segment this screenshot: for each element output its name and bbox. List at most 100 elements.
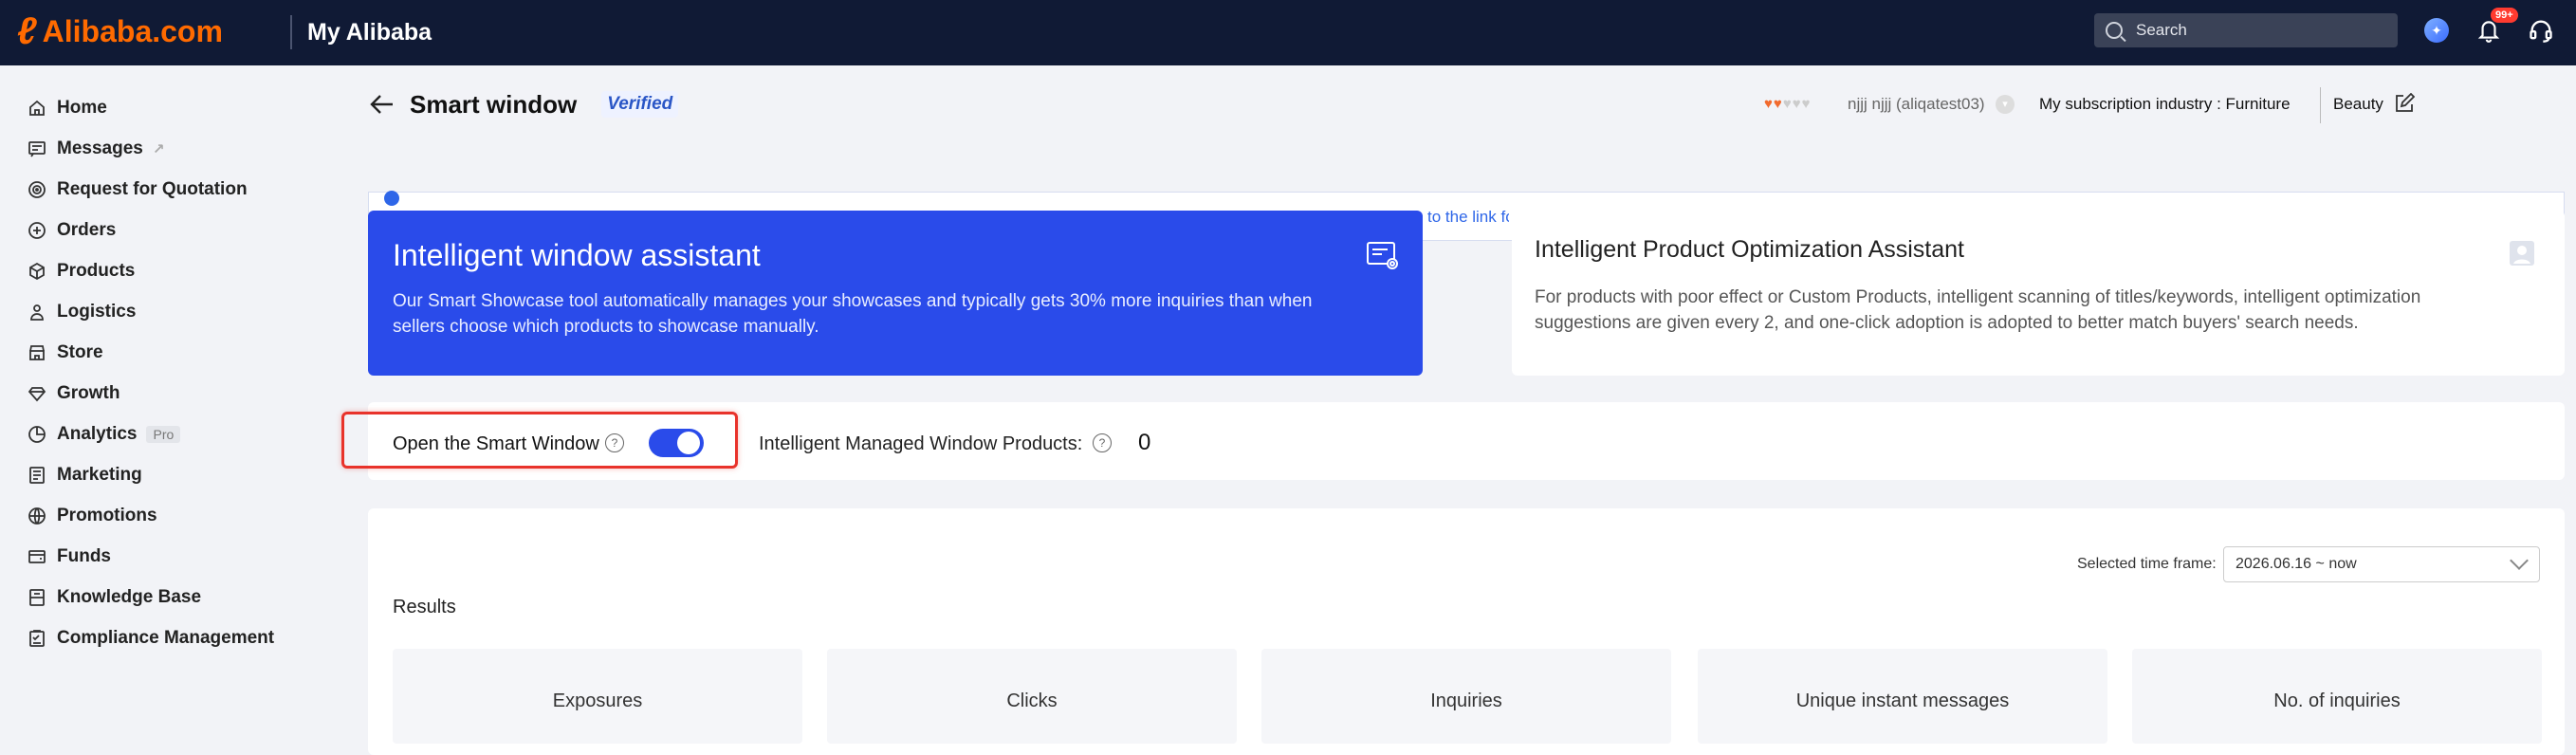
metric-card-no-of-inquiries: No. of inquiries [2132, 649, 2542, 744]
headset-icon[interactable] [2527, 17, 2555, 46]
subscription-industry: My subscription industry : Furniture [2039, 95, 2291, 113]
page-header: Smart window Verified [368, 85, 679, 123]
subscription-industry-secondary: Beauty [2333, 95, 2383, 113]
product-name[interactable]: My Alibaba [307, 15, 432, 49]
marketing-icon [27, 465, 47, 486]
sidebar-item-marketing[interactable]: Marketing [27, 461, 142, 489]
home-icon [27, 98, 47, 119]
sidebar-item-knowledge-base[interactable]: Knowledge Base [27, 583, 201, 612]
sidebar: Home Messages ↗ Request for Quotation Or… [0, 65, 292, 738]
sidebar-item-label: Request for Quotation [57, 179, 248, 199]
sidebar-item-analytics[interactable]: Analytics Pro [27, 420, 181, 449]
assistant-avatar-icon [2508, 239, 2536, 267]
search-icon [2106, 22, 2123, 39]
sidebar-item-label: Products [57, 261, 136, 281]
heart-icon: ♥ [1764, 96, 1773, 112]
sidebar-item-home[interactable]: Home [27, 94, 107, 122]
sidebar-item-logistics[interactable]: Logistics [27, 298, 136, 326]
search-input[interactable] [2134, 20, 2384, 41]
store-icon [27, 342, 47, 363]
heart-icon: ♥ [1801, 96, 1811, 112]
assistant-description: Our Smart Showcase tool automatically ma… [393, 291, 1313, 337]
user-dropdown-icon[interactable]: ▾ [1996, 95, 2015, 114]
managed-products-label: Intelligent Managed Window Products: [759, 433, 1083, 454]
globe-icon [27, 506, 47, 526]
metric-label: Clicks [1006, 691, 1058, 711]
heart-icon: ♥ [1782, 96, 1792, 112]
toggle-knob [677, 432, 700, 454]
truck-icon [27, 302, 47, 322]
diamond-icon [27, 383, 47, 404]
optimization-title: Intelligent Product Optimization Assista… [1535, 236, 1965, 263]
sidebar-item-growth[interactable]: Growth [27, 379, 120, 408]
help-icon[interactable]: ? [1093, 433, 1112, 452]
logo-text: Alibaba.com [42, 14, 223, 48]
sidebar-item-products[interactable]: Products [27, 257, 135, 285]
sidebar-item-label: Store [57, 342, 103, 362]
page-title: Smart window [410, 89, 578, 119]
box-icon [27, 261, 47, 282]
metric-card-instant-messages: Unique instant messages [1698, 649, 2107, 744]
sidebar-item-label: Orders [57, 220, 117, 240]
time-frame-value: 2026.06.16 ~ now [2236, 556, 2357, 572]
sidebar-item-orders[interactable]: Orders [27, 216, 116, 245]
sidebar-item-label: Funds [57, 546, 111, 566]
sidebar-item-label: Marketing [57, 465, 142, 485]
metric-card-clicks: Clicks [827, 649, 1237, 744]
product-optimization-card: Intelligent Product Optimization Assista… [1512, 211, 2565, 376]
top-navigation-bar: ℓ Alibaba.com My Alibaba ✦ 99+ [0, 0, 2576, 65]
ai-assistant-icon[interactable]: ✦ [2424, 18, 2449, 43]
optimization-description: For products with poor effect or Custom … [1535, 287, 2421, 333]
metric-card-inquiries: Inquiries [1261, 649, 1671, 744]
metric-card-exposures: Exposures [393, 649, 802, 744]
edit-icon[interactable] [2394, 93, 2415, 114]
rating-hearts: ♥ ♥ ♥ ♥ ♥ [1764, 97, 1811, 112]
sidebar-item-label: Logistics [57, 302, 137, 322]
smart-window-assistant-card: Intelligent window assistant Our Smart S… [368, 211, 1423, 376]
assistant-title: Intelligent window assistant [393, 238, 761, 272]
sidebar-item-label: Home [57, 98, 107, 118]
sidebar-item-messages[interactable]: Messages ↗ [27, 135, 164, 163]
sidebar-item-promotions[interactable]: Promotions [27, 502, 157, 530]
alibaba-logo-icon: ℓ [17, 10, 37, 52]
info-icon [384, 191, 399, 206]
clipboard-icon [27, 628, 47, 649]
sidebar-item-rfq[interactable]: Request for Quotation [27, 175, 248, 204]
logo-divider [290, 15, 292, 49]
search-box[interactable] [2094, 13, 2398, 47]
book-icon [27, 587, 47, 608]
heart-icon: ♥ [1773, 96, 1782, 112]
metric-label: No. of inquiries [2273, 691, 2401, 711]
help-icon[interactable]: ? [605, 433, 624, 452]
header-divider [2320, 87, 2321, 123]
chart-icon [27, 424, 47, 445]
sidebar-item-label: Analytics [57, 424, 138, 444]
sidebar-item-label: Promotions [57, 506, 157, 525]
verified-badge: Verified [601, 91, 679, 118]
smart-window-toggle[interactable] [649, 429, 704, 457]
sidebar-item-label: Knowledge Base [57, 587, 202, 607]
target-icon [27, 179, 47, 200]
chevron-down-icon [2510, 551, 2529, 570]
message-icon [27, 138, 47, 159]
metric-label: Inquiries [1430, 691, 1502, 711]
sidebar-item-label: Compliance Management [57, 628, 275, 648]
notification-badge: 99+ [2491, 8, 2518, 23]
sidebar-item-store[interactable]: Store [27, 339, 103, 367]
external-link-icon: ↗ [152, 141, 165, 157]
back-arrow-icon[interactable] [368, 90, 396, 119]
notice-link[interactable]: to the link for [1427, 208, 1509, 227]
metric-label: Exposures [552, 691, 643, 711]
window-settings-icon [1367, 242, 1398, 269]
sidebar-item-funds[interactable]: Funds [27, 543, 111, 571]
wallet-icon [27, 546, 47, 567]
time-frame-select[interactable]: 2026.06.16 ~ now [2223, 546, 2540, 582]
sidebar-item-label: Growth [57, 383, 120, 403]
managed-products-count: 0 [1138, 430, 1151, 455]
orders-icon [27, 220, 47, 241]
alibaba-logo[interactable]: ℓ Alibaba.com [17, 12, 223, 50]
open-smart-window-label: Open the Smart Window [393, 433, 599, 454]
user-name: njjj njjj (aliqatest03) [1848, 95, 1985, 113]
sidebar-item-compliance[interactable]: Compliance Management [27, 624, 274, 653]
time-frame-label: Selected time frame: [2077, 556, 2217, 572]
